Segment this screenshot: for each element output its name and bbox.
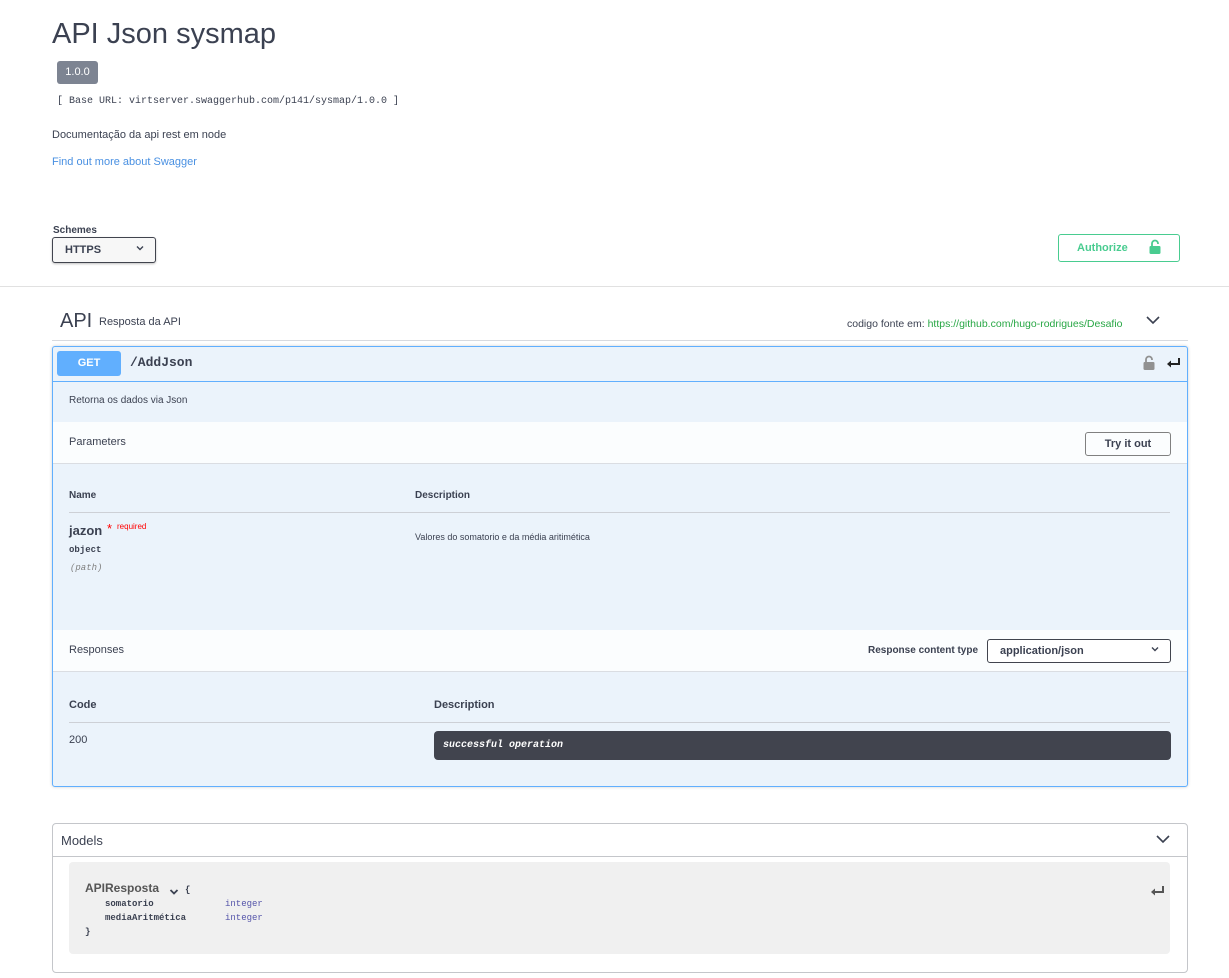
authorize-label: Authorize	[1077, 242, 1128, 254]
models-title[interactable]: Models	[61, 833, 103, 848]
operation-header-divider	[53, 381, 1187, 382]
api-description: Documentação da api rest em node	[52, 129, 227, 141]
required-star: *	[107, 521, 113, 536]
tag-external-docs-label: codigo fonte em:	[847, 318, 925, 330]
param-header-name: Name	[69, 490, 97, 501]
authorize-button[interactable]: Authorize	[1058, 234, 1180, 262]
model-property-name: somatorio	[105, 899, 154, 909]
param-name: jazon	[69, 523, 103, 538]
param-type: object	[69, 545, 102, 555]
tag-collapse-chevron-icon[interactable]	[1144, 313, 1162, 332]
model-open-brace: {	[185, 885, 191, 895]
model-expand-chevron-icon[interactable]	[169, 884, 179, 902]
tag-external-docs-link[interactable]: https://github.com/hugo-rodrigues/Desafi…	[928, 318, 1123, 330]
base-url: [ Base URL: virtserver.swaggerhub.com/p1…	[57, 96, 400, 107]
response-content-type-label: Response content type	[868, 645, 979, 656]
try-it-out-label: Try it out	[1104, 438, 1152, 450]
responses-title: Responses	[69, 644, 125, 656]
tag-description: Resposta da API	[99, 316, 181, 328]
model-property-type: integer	[225, 913, 263, 923]
param-location: (path)	[70, 563, 103, 573]
response-header-description: Description	[434, 699, 495, 711]
schemes-selected-value: HTTPS	[65, 244, 102, 256]
param-header-description: Description	[415, 490, 471, 501]
response-header-code: Code	[69, 699, 97, 711]
models-divider	[53, 856, 1187, 857]
models-collapse-chevron-icon[interactable]	[1154, 832, 1172, 851]
response-code: 200	[69, 734, 88, 746]
model-close-brace: }	[85, 927, 91, 937]
response-description: successful operation	[443, 740, 564, 751]
chevron-down-icon	[1150, 644, 1160, 657]
try-it-out-button[interactable]: Try it out	[1085, 432, 1171, 456]
response-description-box: successful operation	[434, 731, 1171, 760]
tag-external-docs: codigo fonte em: https://github.com/hugo…	[847, 318, 1123, 330]
chevron-down-icon	[135, 243, 145, 256]
version-badge: 1.0.0	[57, 61, 98, 84]
required-label: required	[117, 522, 147, 531]
model-property-name: mediaAritmética	[105, 913, 187, 923]
return-arrow-icon[interactable]	[1150, 884, 1165, 902]
api-title: API Json sysmap	[52, 18, 277, 50]
return-arrow-icon[interactable]	[1166, 356, 1181, 374]
unlocked-lock-icon	[1148, 239, 1162, 258]
parameters-section-header: Parameters	[53, 422, 1187, 464]
operation-path[interactable]: /AddJson	[130, 355, 192, 370]
external-docs-link[interactable]: Find out more about Swagger	[52, 156, 197, 168]
response-table-divider	[69, 722, 1170, 723]
response-content-type-select[interactable]: application/json	[987, 639, 1171, 663]
tag-divider	[52, 340, 1188, 341]
http-method-badge[interactable]: GET	[57, 351, 121, 376]
header-divider	[0, 286, 1229, 287]
param-table-divider	[69, 512, 1170, 513]
parameters-title: Parameters	[69, 436, 126, 448]
schemes-select[interactable]: HTTPS	[52, 237, 156, 263]
tag-name[interactable]: API	[60, 310, 92, 333]
operation-summary: Retorna os dados via Json	[69, 395, 188, 406]
schemes-label: Schemes	[53, 225, 97, 236]
model-property-type: integer	[225, 899, 263, 909]
model-name[interactable]: APIResposta	[85, 881, 159, 895]
response-content-type-value: application/json	[1000, 645, 1084, 657]
lock-icon[interactable]	[1142, 355, 1156, 376]
param-description: Valores do somatorio e da média aritimét…	[415, 532, 590, 542]
operation-block	[52, 346, 1188, 787]
